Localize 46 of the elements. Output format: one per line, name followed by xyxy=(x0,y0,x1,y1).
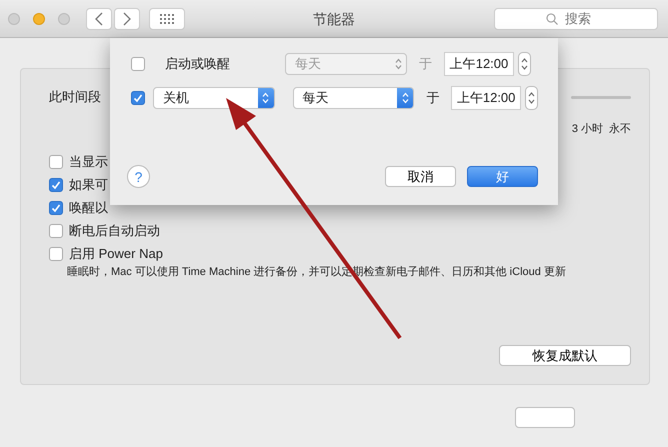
slider-track[interactable] xyxy=(571,96,631,98)
time-field[interactable]: 上午12:00 xyxy=(451,86,522,110)
event-select[interactable]: 关机 xyxy=(153,87,275,109)
minimize-icon[interactable] xyxy=(33,12,45,24)
slider-tick-label: 永不 xyxy=(609,122,631,136)
search-icon xyxy=(546,12,558,24)
updown-arrows-icon xyxy=(528,91,536,105)
show-all-button[interactable] xyxy=(149,8,185,30)
checkbox[interactable] xyxy=(49,178,63,192)
option-label: 断电后自动启动 xyxy=(69,222,160,240)
updown-arrows-icon xyxy=(521,57,528,71)
time-field[interactable]: 上午12:00 xyxy=(444,52,514,76)
at-label: 于 xyxy=(419,55,432,73)
updown-arrows-icon xyxy=(394,58,402,70)
chevron-left-icon xyxy=(95,12,103,26)
checkbox[interactable] xyxy=(49,224,63,238)
search-field[interactable]: 搜索 xyxy=(494,8,658,30)
dialog-button[interactable]: 取消 xyxy=(385,166,456,187)
window-title: 节能器 xyxy=(313,11,355,29)
checkbox[interactable] xyxy=(131,57,145,71)
option-label: 如果可 xyxy=(69,176,108,194)
help-button[interactable]: ? xyxy=(127,165,150,188)
chevron-right-icon xyxy=(123,12,131,26)
forward-button[interactable] xyxy=(114,8,140,30)
at-label: 于 xyxy=(426,89,440,107)
checkbox[interactable] xyxy=(131,91,145,105)
close-icon[interactable] xyxy=(8,12,20,24)
time-stepper[interactable] xyxy=(518,52,531,76)
checkbox[interactable] xyxy=(49,247,63,261)
updown-arrows-icon xyxy=(402,92,409,104)
back-button[interactable] xyxy=(86,8,112,30)
option-label: 当显示 xyxy=(69,153,108,171)
zoom-icon[interactable] xyxy=(58,12,70,24)
dot-grid-icon xyxy=(160,14,174,24)
checkbox[interactable] xyxy=(49,201,63,215)
option-label: 唤醒以 xyxy=(69,199,108,217)
restore-defaults-button[interactable]: 恢复成默认 xyxy=(499,345,631,366)
frequency-select[interactable]: 每天 xyxy=(292,87,414,109)
slider-tick-label: 3 小时 xyxy=(572,122,603,136)
updown-arrows-icon xyxy=(262,92,270,104)
slider-label: 此时间段 xyxy=(49,88,101,106)
schedule-button[interactable] xyxy=(515,407,575,428)
checkbox[interactable] xyxy=(49,155,63,169)
option-label: 启用 Power Nap xyxy=(69,245,163,263)
time-stepper[interactable] xyxy=(525,86,538,110)
event-label: 启动或唤醒 xyxy=(164,55,231,73)
